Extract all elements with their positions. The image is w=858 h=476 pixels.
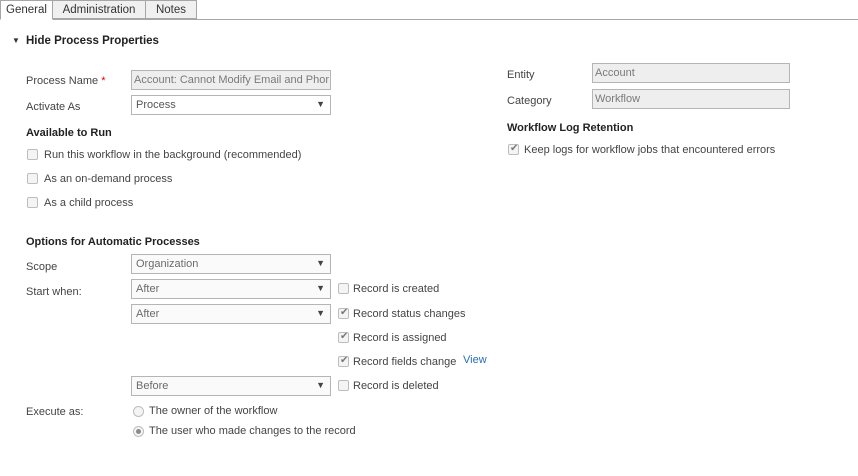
keep-logs-label: Keep logs for workflow jobs that encount… [524,144,776,156]
changing-user-radio-label: The user who made changes to the record [149,425,356,437]
entity-label: Entity [507,69,535,81]
check-icon: ✔ [510,143,519,154]
record-deleted-checkbox[interactable] [338,380,349,391]
activate-as-label: Activate As [26,101,81,113]
execute-as-label: Execute as: [26,406,84,418]
check-icon: ✔ [340,307,349,318]
tab-administration[interactable]: Administration [52,0,146,19]
record-fields-checkbox[interactable]: ✔ [338,355,349,367]
start-when-value: Before [136,380,169,392]
category-label: Category [507,95,552,107]
activate-as-value: Process [136,99,176,111]
background-run-label: Run this workflow in the background (rec… [44,149,302,161]
record-deleted-label: Record is deleted [353,380,439,392]
record-status-checkbox[interactable]: ✔ [338,307,349,319]
check-icon: ✔ [340,331,349,342]
on-demand-checkbox[interactable] [27,173,38,184]
changing-user-radio[interactable] [133,426,144,437]
record-assigned-checkbox[interactable]: ✔ [338,331,349,343]
chevron-down-icon: ▼ [316,99,325,109]
record-created-checkbox[interactable] [338,283,349,294]
activate-as-select[interactable]: Process ▼ [131,95,331,115]
entity-field: Account [592,63,790,83]
scope-select[interactable]: Organization ▼ [131,254,331,274]
owner-radio-label: The owner of the workflow [149,405,278,417]
owner-radio[interactable] [133,406,144,417]
chevron-down-icon: ▼ [316,308,325,318]
start-when-value: After [136,308,160,320]
start-when-value: After [136,283,160,295]
view-fields-link[interactable]: View [463,354,487,366]
record-status-label: Record status changes [353,308,466,320]
available-to-run-heading: Available to Run [26,127,112,139]
category-field: Workflow [592,89,790,109]
section-title[interactable]: Hide Process Properties [26,35,159,47]
child-process-checkbox[interactable] [27,197,38,208]
automatic-options-heading: Options for Automatic Processes [26,236,200,248]
scope-label: Scope [26,261,58,273]
keep-logs-checkbox[interactable]: ✔ [508,143,519,155]
chevron-down-icon: ▼ [316,283,325,293]
tab-notes[interactable]: Notes [145,0,197,19]
child-process-label: As a child process [44,197,134,209]
check-icon: ✔ [340,355,349,366]
start-when-select-status[interactable]: After ▼ [131,304,331,324]
tab-bar: General Administration Notes [0,0,858,20]
collapse-arrow-icon[interactable]: ▼ [12,36,20,45]
record-assigned-label: Record is assigned [353,332,447,344]
process-name-label: Process Name * [26,75,106,87]
process-name-field[interactable]: Account: Cannot Modify Email and Phor [131,70,331,90]
tab-general[interactable]: General [0,0,53,20]
record-fields-label: Record fields change [353,356,457,368]
start-when-label: Start when: [26,286,82,298]
chevron-down-icon: ▼ [316,380,325,390]
log-retention-heading: Workflow Log Retention [507,122,634,134]
radio-selected-dot [136,429,141,434]
background-run-checkbox[interactable] [27,149,38,160]
chevron-down-icon: ▼ [316,258,325,268]
record-created-label: Record is created [353,283,440,295]
on-demand-label: As an on-demand process [44,173,173,185]
start-when-select-deleted[interactable]: Before ▼ [131,376,331,396]
start-when-select-created[interactable]: After ▼ [131,279,331,299]
scope-value: Organization [136,258,199,270]
required-indicator: * [101,75,106,87]
